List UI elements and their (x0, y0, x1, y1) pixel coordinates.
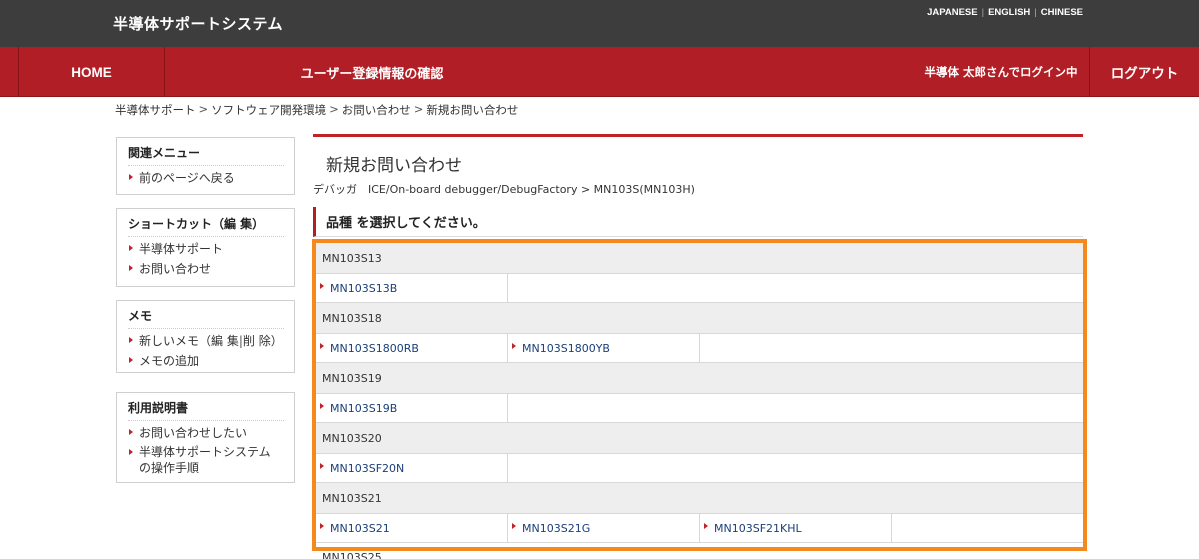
product-link[interactable]: MN103S21 (316, 514, 508, 542)
sidebar-link-how-to-inquire[interactable]: お問い合わせしたい (128, 424, 284, 442)
product-link[interactable]: MN103S21G (508, 514, 700, 542)
product-link[interactable]: MN103SF21KHL (700, 514, 892, 542)
top-header: 半導体サポートシステム JAPANESE | ENGLISH | CHINESE (0, 0, 1199, 47)
sidebar-link-support[interactable]: 半導体サポート (128, 240, 284, 258)
breadcrumb-separator: > (413, 102, 424, 116)
sidebar-link-inquiry[interactable]: お問い合わせ (128, 260, 284, 278)
lang-english-link[interactable]: ENGLISH (984, 7, 1034, 18)
product-table: MN103S13 MN103S13B MN103S18 MN103S1800RB… (316, 243, 1083, 543)
group-header: MN103S21 (316, 483, 1083, 514)
product-row: MN103S1800RB MN103S1800YB (316, 334, 1083, 363)
sidebar-memo-new: 新しいメモ（編 集|削 除） (128, 332, 284, 350)
empty-cell (892, 514, 1083, 542)
memo-edit-link[interactable]: 編 集 (211, 334, 239, 348)
breadcrumb-item-current: 新規お問い合わせ (426, 103, 519, 117)
sidebar-memo: メモ 新しいメモ（編 集|削 除） メモの追加 (116, 300, 295, 373)
page-title: 新規お問い合わせ (326, 156, 462, 176)
sidebar-manual-title: 利用説明書 (128, 399, 284, 421)
sidebar-related-menu: 関連メニュー 前のページへ戻る (116, 137, 295, 195)
breadcrumb: 半導体サポート > ソフトウェア開発環境 > お問い合わせ > 新規お問い合わせ (115, 102, 518, 118)
lang-chinese-link[interactable]: CHINESE (1037, 7, 1087, 18)
main-nav: HOME ユーザー登録情報の確認 半導体 太郎さんでログイン中 ログアウト (0, 47, 1199, 97)
sidebar-shortcut-title[interactable]: ショートカット（編 集） (128, 215, 284, 237)
sidebar-manual: 利用説明書 お問い合わせしたい 半導体サポートシステムの操作手順 (116, 392, 295, 483)
content-top-rule (313, 134, 1083, 137)
empty-cell (508, 274, 1083, 302)
nav-home[interactable]: HOME (18, 47, 165, 97)
product-row: MN103S21 MN103S21G MN103SF21KHL (316, 514, 1083, 543)
product-link[interactable]: MN103S13B (316, 274, 508, 302)
product-link[interactable]: MN103S1800YB (508, 334, 700, 362)
sidebar-shortcut: ショートカット（編 集） 半導体サポート お問い合わせ (116, 208, 295, 287)
product-link[interactable]: MN103S19B (316, 394, 508, 422)
product-link[interactable]: MN103S1800RB (316, 334, 508, 362)
memo-delete-link[interactable]: 削 除 (243, 334, 271, 348)
empty-cell (508, 454, 1083, 482)
sidebar-related-title: 関連メニュー (128, 144, 284, 166)
lang-japanese-link[interactable]: JAPANESE (923, 7, 982, 18)
nav-logout[interactable]: ログアウト (1089, 47, 1199, 97)
select-prompt: 品種 を選択してください。 (313, 207, 1083, 237)
product-row: MN103S19B (316, 394, 1083, 423)
breadcrumb-separator: > (329, 102, 339, 116)
group-header-partial: MN103S25 (322, 551, 382, 559)
product-row: MN103SF20N (316, 454, 1083, 483)
memo-close-paren: ） (270, 334, 283, 348)
breadcrumb-item-support[interactable]: 半導体サポート (115, 102, 196, 118)
breadcrumb-separator: > (198, 102, 209, 116)
breadcrumb-item-inquiry[interactable]: お問い合わせ (342, 102, 411, 118)
product-link[interactable]: MN103SF20N (316, 454, 508, 482)
group-header: MN103S18 (316, 303, 1083, 334)
group-header: MN103S13 (316, 243, 1083, 274)
group-header: MN103S19 (316, 363, 1083, 394)
breadcrumb-item-software[interactable]: ソフトウェア開発環境 (211, 102, 326, 118)
group-header: MN103S20 (316, 423, 1083, 454)
memo-new-label[interactable]: 新しいメモ（ (139, 334, 211, 348)
sidebar-link-back[interactable]: 前のページへ戻る (128, 169, 284, 187)
product-path: デバッガ ICE/On-board debugger/DebugFactory … (313, 183, 695, 196)
sidebar-link-operation-guide[interactable]: 半導体サポートシステムの操作手順 (128, 444, 278, 476)
sidebar-memo-title: メモ (128, 307, 284, 329)
empty-cell (508, 394, 1083, 422)
sidebar-memo-add[interactable]: メモの追加 (128, 352, 284, 370)
nav-user-info-confirm[interactable]: ユーザー登録情報の確認 (165, 47, 579, 97)
language-switcher: JAPANESE | ENGLISH | CHINESE (923, 7, 1087, 18)
empty-cell (700, 334, 1083, 362)
login-status: 半導体 太郎さんでログイン中 (924, 65, 1078, 79)
site-title[interactable]: 半導体サポートシステム (113, 13, 283, 34)
product-row: MN103S13B (316, 274, 1083, 303)
